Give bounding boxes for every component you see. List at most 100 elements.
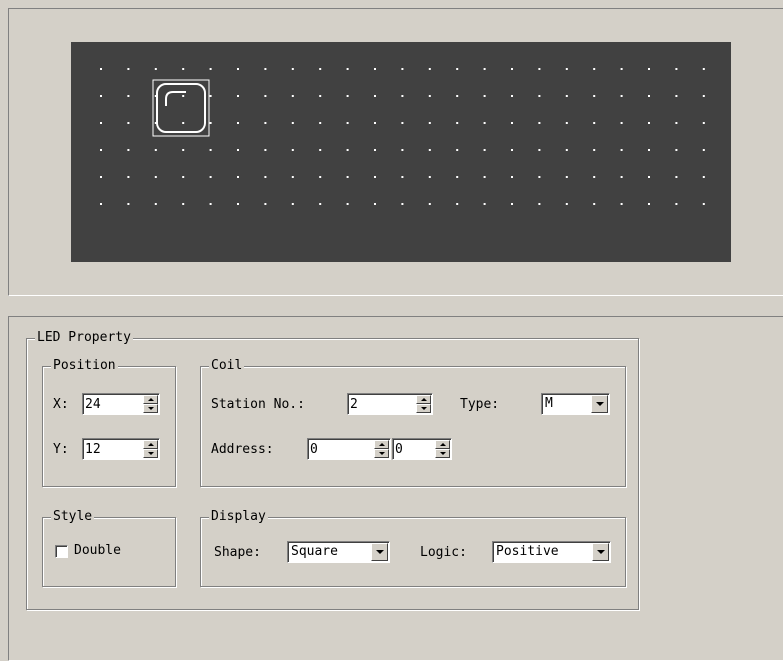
grid-dot: [100, 176, 102, 178]
led-property-title: LED Property: [35, 330, 133, 346]
grid-dot: [100, 149, 102, 151]
up-arrow-icon: [148, 398, 154, 401]
logic-value: Positive: [496, 544, 559, 559]
x-spinner[interactable]: [82, 393, 160, 415]
grid-dot: [565, 149, 568, 151]
shape-value: Square: [291, 544, 338, 559]
up-arrow-icon: [379, 443, 385, 446]
grid-dot: [538, 203, 541, 205]
grid-dot: [511, 203, 513, 205]
grid-dot: [401, 122, 404, 124]
grid-dot: [511, 149, 513, 151]
dropdown-arrow-icon: [597, 550, 605, 554]
station-spin-up-button[interactable]: [416, 395, 431, 404]
x-input[interactable]: [85, 395, 141, 413]
address-bit-spin-down-button[interactable]: [435, 449, 450, 458]
display-title: Display: [209, 509, 268, 525]
grid-dot: [374, 68, 376, 70]
up-arrow-icon: [148, 443, 154, 446]
address-bit-input[interactable]: [395, 440, 433, 458]
grid-dot: [511, 176, 513, 178]
grid-dot: [428, 122, 431, 124]
grid-dot: [675, 95, 678, 97]
y-spin-up-button[interactable]: [143, 440, 158, 449]
grid-dot: [319, 122, 322, 124]
y-input[interactable]: [85, 440, 141, 458]
grid-dot: [675, 68, 678, 70]
led-grid: [100, 68, 705, 205]
grid-dot: [237, 149, 239, 151]
grid-dot: [127, 68, 130, 70]
grid-dot: [291, 149, 294, 151]
type-dropdown-button[interactable]: [591, 395, 608, 413]
grid-dot: [401, 176, 404, 178]
grid-dot: [374, 122, 376, 124]
grid-dot: [127, 149, 130, 151]
grid-dot: [483, 149, 486, 151]
grid-dot: [593, 176, 596, 178]
grid-dot: [702, 149, 705, 151]
address-spinner[interactable]: [307, 438, 391, 460]
grid-dot: [346, 176, 349, 178]
y-spin-down-button[interactable]: [143, 449, 158, 458]
grid-dot: [291, 122, 294, 124]
grid-dot: [182, 95, 185, 97]
grid-dot: [374, 95, 376, 97]
address-spin-down-button[interactable]: [374, 449, 389, 458]
grid-dot: [538, 149, 541, 151]
led-square-icon[interactable]: [152, 79, 210, 137]
grid-dot: [565, 176, 568, 178]
station-spin-down-button[interactable]: [416, 404, 431, 413]
grid-dot: [182, 122, 185, 124]
grid-dot: [154, 176, 157, 178]
grid-dot: [648, 95, 650, 97]
grid-dot: [648, 203, 650, 205]
address-label: Address:: [211, 442, 274, 457]
grid-dot: [428, 149, 431, 151]
logic-dropdown-button[interactable]: [592, 543, 609, 561]
logic-select[interactable]: Positive: [492, 541, 611, 563]
address-bit-spin-up-button[interactable]: [435, 440, 450, 449]
grid-dot: [401, 203, 404, 205]
station-input[interactable]: [350, 395, 414, 413]
grid-dot: [319, 203, 322, 205]
shape-dropdown-button[interactable]: [371, 543, 388, 561]
type-value: M: [545, 396, 553, 411]
grid-dot: [237, 95, 239, 97]
grid-dot: [648, 176, 650, 178]
address-bit-spinner[interactable]: [392, 438, 452, 460]
grid-dot: [593, 149, 596, 151]
led-canvas[interactable]: [71, 42, 731, 262]
shape-select[interactable]: Square: [287, 541, 390, 563]
grid-dot: [209, 176, 212, 178]
x-spin-down-button[interactable]: [143, 404, 158, 413]
station-spinner[interactable]: [347, 393, 433, 415]
coil-title: Coil: [209, 358, 245, 374]
grid-dot: [127, 176, 130, 178]
x-spin-up-button[interactable]: [143, 395, 158, 404]
address-input[interactable]: [310, 440, 372, 458]
double-label[interactable]: Double: [74, 543, 121, 559]
grid-dot: [264, 149, 267, 151]
grid-dot: [702, 203, 705, 205]
grid-dot: [209, 68, 212, 70]
grid-dot: [675, 122, 678, 124]
grid-dot: [456, 176, 459, 178]
grid-dot: [374, 176, 376, 178]
grid-dot: [675, 176, 678, 178]
grid-dot: [702, 176, 705, 178]
y-label: Y:: [53, 442, 69, 457]
grid-dot: [620, 203, 623, 205]
y-spinner[interactable]: [82, 438, 160, 460]
grid-dot: [237, 176, 239, 178]
type-select[interactable]: M: [541, 393, 610, 415]
grid-dot: [319, 176, 322, 178]
down-arrow-icon: [440, 452, 446, 455]
grid-dot: [319, 149, 322, 151]
double-checkbox[interactable]: [55, 545, 68, 558]
grid-dot: [264, 122, 267, 124]
grid-dot: [401, 68, 404, 70]
address-spin-up-button[interactable]: [374, 440, 389, 449]
grid-dot: [209, 95, 212, 97]
grid-dot: [483, 95, 486, 97]
